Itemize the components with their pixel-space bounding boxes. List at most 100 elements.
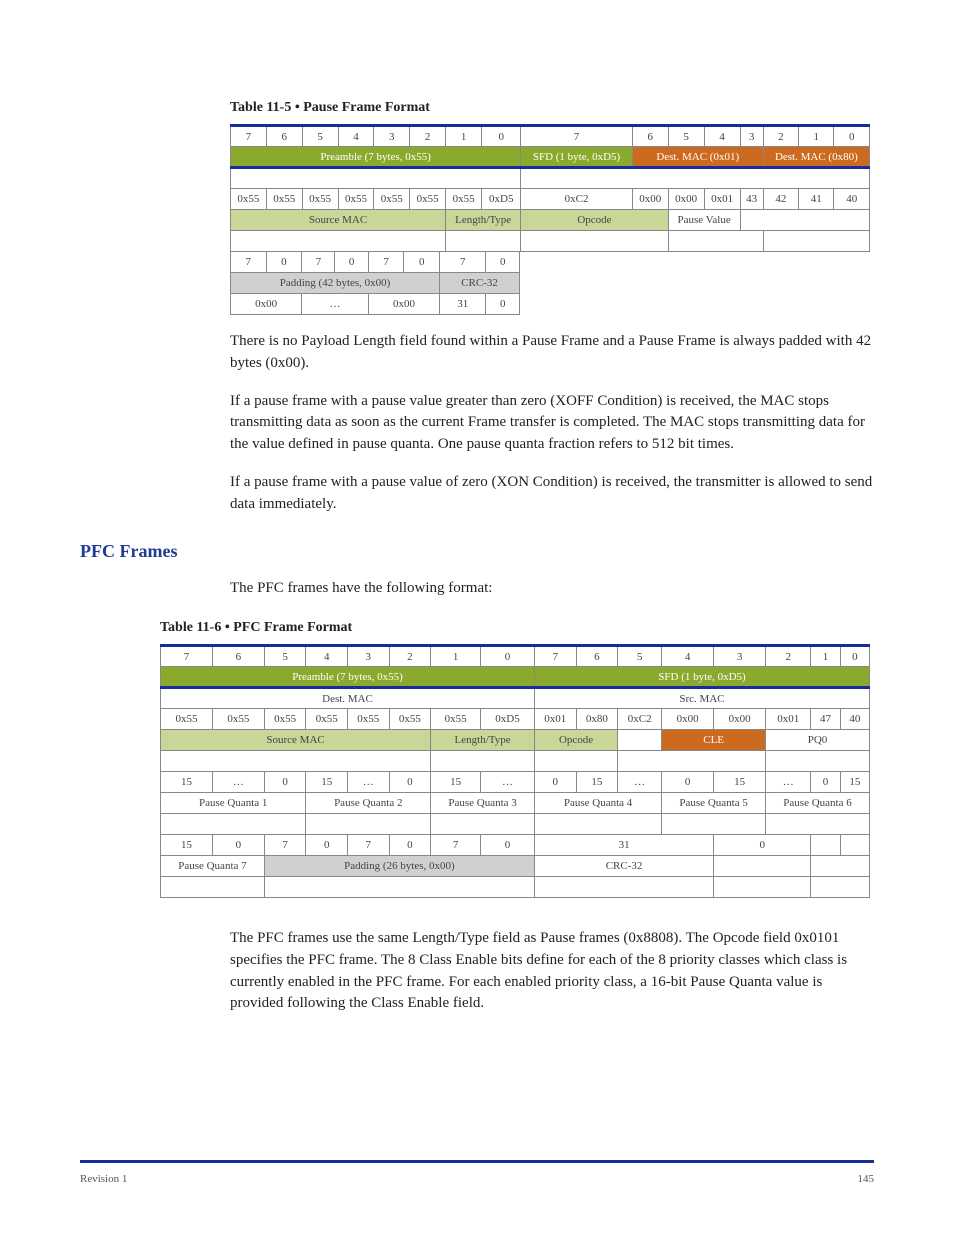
cell: 0 — [840, 646, 869, 667]
cell: Pause Quanta 1 — [161, 793, 306, 814]
cell-sfd: SFD (1 byte, 0xD5) — [535, 667, 870, 688]
cell-lengthtype: Length/Type — [446, 210, 521, 231]
table-row — [231, 168, 870, 189]
cell: 0x00 — [662, 709, 714, 730]
cell: 0x01 — [535, 709, 577, 730]
cell — [535, 814, 662, 835]
cell: 0x55 — [431, 709, 481, 730]
cell: 7 — [161, 646, 213, 667]
cell-preamble: Preamble (7 bytes, 0x55) — [161, 667, 535, 688]
paragraph: If a pause frame with a pause value grea… — [230, 391, 874, 456]
table-row: Preamble (7 bytes, 0x55) SFD (1 byte, 0x… — [161, 667, 870, 688]
cell: 7 — [368, 252, 404, 273]
cell: 0 — [714, 835, 811, 856]
cell-srcmac: Source MAC — [161, 730, 431, 751]
cell: 7 — [231, 126, 267, 147]
table-row: 0x55 0x55 0x55 0x55 0x55 0x55 0x55 0xD5 … — [161, 709, 870, 730]
cell: 0 — [535, 772, 577, 793]
table-pause-frame-b: 7 0 7 0 7 0 7 0 Padding (42 bytes, 0x00)… — [230, 251, 520, 315]
cell: … — [618, 772, 662, 793]
cell-preamble: Preamble (7 bytes, 0x55) — [231, 147, 521, 168]
cell: 15 — [306, 772, 348, 793]
cell: 0 — [481, 835, 535, 856]
cell: … — [766, 772, 811, 793]
cell: 1 — [811, 646, 840, 667]
cell: Pause Quanta 3 — [431, 793, 535, 814]
cell-padding: Padding (42 bytes, 0x00) — [231, 273, 440, 294]
table-row: 0x55 0x55 0x55 0x55 0x55 0x55 0x55 0xD5 … — [231, 189, 870, 210]
cell — [446, 231, 521, 252]
cell: 0 — [662, 772, 714, 793]
cell: 6 — [212, 646, 264, 667]
cell: 7 — [348, 835, 390, 856]
cell: 0x00 — [231, 294, 302, 315]
cell: 7 — [535, 646, 577, 667]
cell: Pause Quanta 5 — [662, 793, 766, 814]
cell: 1 — [446, 126, 482, 147]
cell: 5 — [668, 126, 704, 147]
cell — [231, 168, 521, 189]
table-row: 0x00 … 0x00 31 0 — [231, 294, 520, 315]
cell — [306, 814, 431, 835]
cell: 3 — [374, 126, 410, 147]
cell-destmac2: Dest. MAC (0x80) — [763, 147, 869, 168]
cell: 40 — [834, 189, 870, 210]
cell: 0x00 — [714, 709, 766, 730]
cell — [766, 751, 870, 772]
cell: Pause Quanta 6 — [766, 793, 870, 814]
cell: 3 — [714, 646, 766, 667]
cell — [811, 835, 840, 856]
cell: 0x55 — [389, 709, 431, 730]
cell: 0x55 — [266, 189, 302, 210]
cell: 0x55 — [231, 189, 267, 210]
cell: 7 — [431, 835, 481, 856]
cell: 0 — [389, 772, 431, 793]
table1-caption: Table 11-5 • Pause Frame Format — [230, 100, 874, 116]
table-row: Source MAC Length/Type Opcode Pause Valu… — [231, 210, 870, 231]
cell-pq0: PQ0 — [766, 730, 870, 751]
cell: 15 — [431, 772, 481, 793]
table-pfc-frame: 7 6 5 4 3 2 1 0 7 6 5 4 3 2 1 0 Preamble… — [160, 644, 870, 898]
cell-opcode: Opcode — [535, 730, 618, 751]
paragraph: The PFC frames have the following format… — [230, 578, 874, 600]
cell-lengthtype: Length/Type — [431, 730, 535, 751]
cell: 5 — [302, 126, 338, 147]
table-pause-frame: 7 6 5 4 3 2 1 0 7 6 5 4 3 2 1 0 Preamble… — [230, 124, 870, 252]
table-row: Source MAC Length/Type Opcode CLE PQ0 — [161, 730, 870, 751]
table-row: 7 6 5 4 3 2 1 0 7 6 5 4 3 2 1 0 — [161, 646, 870, 667]
cell: 0 — [486, 294, 520, 315]
cell: 0x01 — [766, 709, 811, 730]
cell: 0x00 — [368, 294, 439, 315]
cell: 0 — [404, 252, 440, 273]
cell: 5 — [264, 646, 306, 667]
cell: 6 — [266, 126, 302, 147]
table-row: Pause Quanta 1 Pause Quanta 2 Pause Quan… — [161, 793, 870, 814]
table-row — [161, 751, 870, 772]
cell — [714, 856, 811, 877]
cell: 0 — [389, 835, 431, 856]
cell: 0x55 — [302, 189, 338, 210]
cell: 31 — [535, 835, 714, 856]
cell — [535, 751, 618, 772]
cell: 0x55 — [212, 709, 264, 730]
cell: 0 — [335, 252, 368, 273]
cell: 4 — [338, 126, 374, 147]
cell-crc: CRC-32 — [535, 856, 714, 877]
cell — [763, 231, 869, 252]
table2-caption: Table 11-6 • PFC Frame Format — [160, 620, 874, 636]
cell — [264, 877, 534, 898]
cell — [766, 814, 870, 835]
cell-pq7: Pause Quanta 7 — [161, 856, 265, 877]
cell: 31 — [440, 294, 486, 315]
cell: 4 — [306, 646, 348, 667]
table-row: Padding (42 bytes, 0x00) CRC-32 — [231, 273, 520, 294]
cell: 7 — [231, 252, 267, 273]
footer-divider — [80, 1160, 874, 1163]
cell: Pause Quanta 4 — [535, 793, 662, 814]
cell: 0 — [811, 772, 840, 793]
cell — [535, 877, 714, 898]
cell-crc: CRC-32 — [440, 273, 520, 294]
cell: 7 — [264, 835, 306, 856]
cell: 0x55 — [410, 189, 446, 210]
cell — [668, 231, 763, 252]
